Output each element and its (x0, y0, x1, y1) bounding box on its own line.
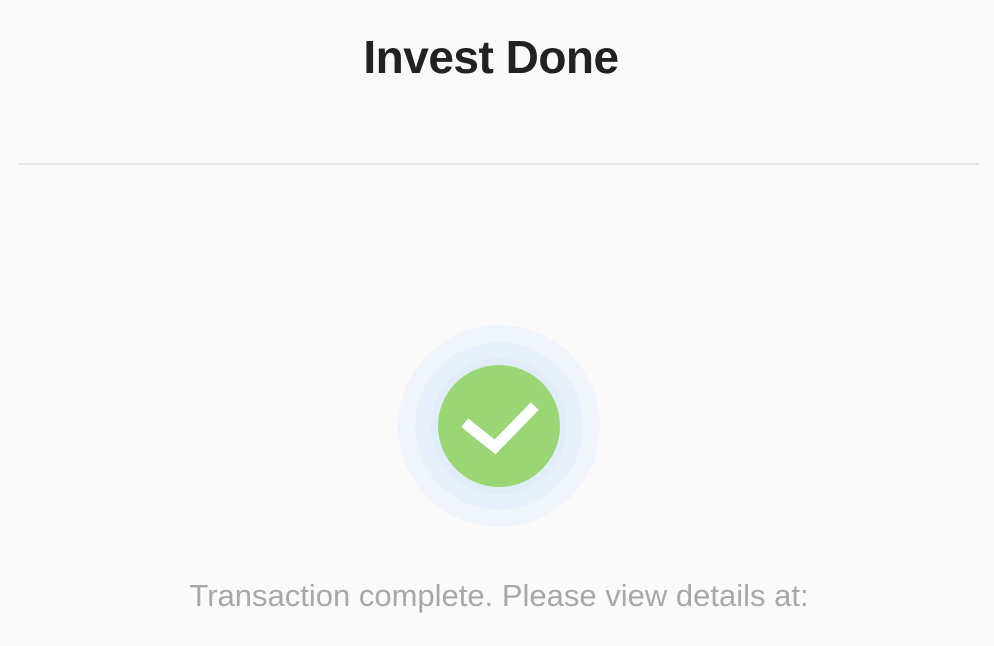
page-title: Invest Done (363, 31, 619, 83)
header: Invest Done (0, 0, 994, 164)
header-divider (18, 163, 979, 165)
invest-done-page: Invest Done Transaction complete. Please… (0, 0, 994, 646)
success-indicator (398, 325, 600, 527)
checkmark-icon (461, 402, 539, 455)
status-message: Transaction complete. Please view detail… (189, 578, 809, 613)
success-circle (438, 365, 560, 487)
